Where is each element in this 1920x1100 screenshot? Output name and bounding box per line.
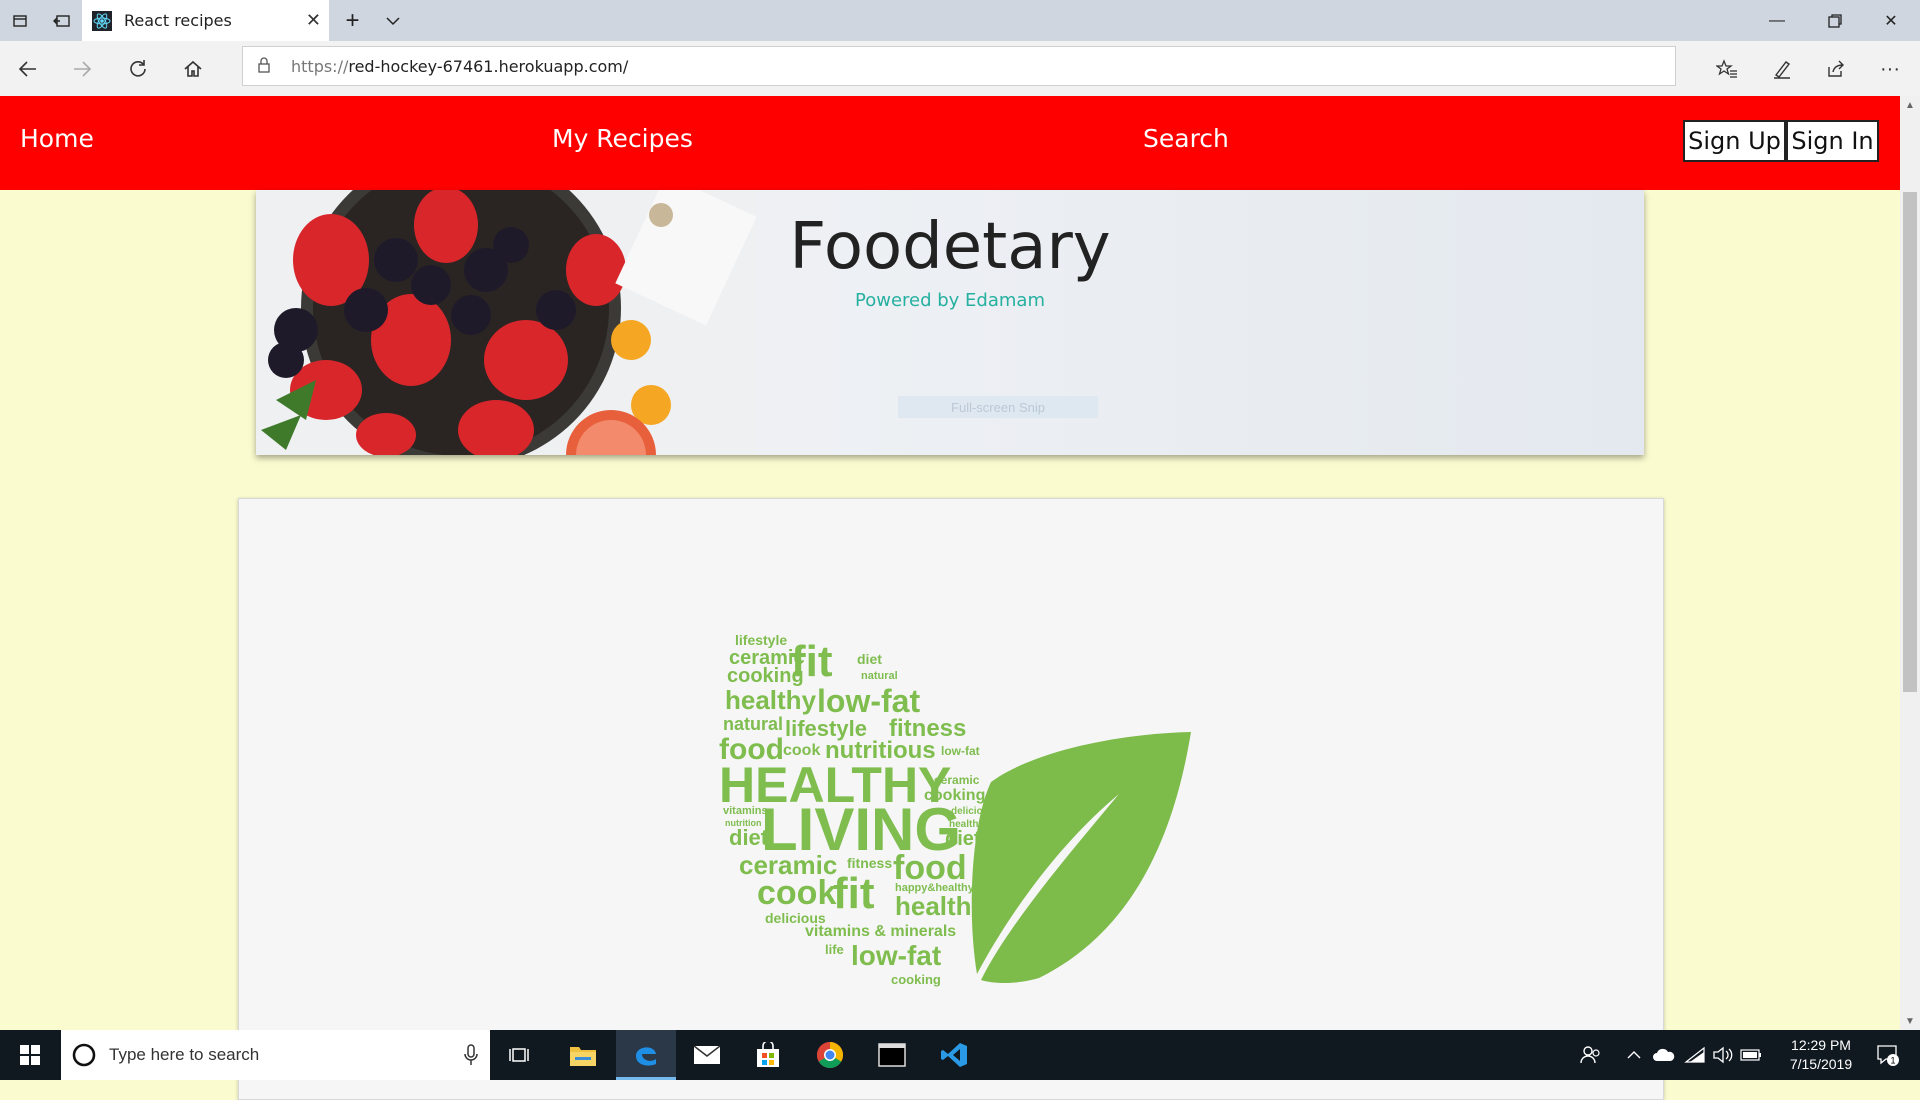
hero-banner: Foodetary Powered by Edamam Full-screen … bbox=[256, 190, 1644, 455]
hero-subtitle[interactable]: Powered by Edamam bbox=[256, 290, 1644, 311]
taskbar-search-box[interactable]: Type here to search bbox=[61, 1030, 490, 1080]
scroll-down-icon[interactable]: ▼ bbox=[1900, 1012, 1920, 1030]
tab-title: React recipes bbox=[124, 11, 232, 30]
refresh-icon[interactable] bbox=[118, 49, 158, 89]
back-icon[interactable] bbox=[8, 49, 48, 89]
chrome-icon[interactable] bbox=[800, 1030, 860, 1080]
forward-icon[interactable] bbox=[62, 49, 102, 89]
windows-taskbar: Type here to search 12:29 PM 7/15/2019 1 bbox=[0, 1030, 1920, 1080]
wordcloud-word: health bbox=[895, 891, 972, 921]
react-favicon-icon bbox=[92, 10, 112, 31]
chevron-up-icon[interactable] bbox=[1622, 1030, 1646, 1080]
battery-icon[interactable] bbox=[1738, 1030, 1764, 1080]
minimize-icon[interactable]: — bbox=[1748, 0, 1806, 41]
active-tab[interactable]: React recipes ✕ bbox=[82, 0, 329, 41]
restore-icon[interactable] bbox=[1806, 0, 1864, 41]
address-toolbar: https://red-hockey-67461.herokuapp.com/ … bbox=[0, 41, 1920, 97]
browser-titlebar: React recipes ✕ + — ✕ bbox=[0, 0, 1920, 41]
scroll-up-icon[interactable]: ▲ bbox=[1900, 96, 1920, 114]
content-card: lifestyle ceramic fit diet cooking natur… bbox=[238, 498, 1664, 1100]
page-scrollbar[interactable]: ▲ ▼ bbox=[1900, 96, 1920, 1030]
store-icon[interactable] bbox=[738, 1030, 798, 1080]
close-icon[interactable]: ✕ bbox=[306, 10, 321, 31]
pen-icon[interactable] bbox=[1762, 49, 1802, 89]
chevron-down-icon[interactable] bbox=[372, 0, 413, 41]
wordcloud-word: natural bbox=[723, 714, 783, 734]
edge-icon[interactable] bbox=[616, 1030, 676, 1080]
wordcloud-word: natural bbox=[861, 670, 898, 682]
wordcloud-word: low-fat bbox=[941, 744, 980, 758]
wordcloud-word: fit bbox=[833, 869, 875, 918]
wordcloud-word: diet bbox=[857, 651, 882, 667]
wordcloud-word: life bbox=[825, 942, 844, 957]
clock-date: 7/15/2019 bbox=[1789, 1056, 1853, 1072]
onedrive-icon[interactable] bbox=[1650, 1030, 1678, 1080]
notification-count: 1 bbox=[1890, 1056, 1895, 1066]
plus-icon[interactable]: + bbox=[332, 0, 373, 41]
clock-time: 12:29 PM bbox=[1791, 1037, 1851, 1053]
terminal-icon[interactable] bbox=[862, 1030, 922, 1080]
wordcloud-word: low-fat bbox=[851, 940, 941, 971]
cortana-icon bbox=[72, 1043, 96, 1067]
url-text: https://red-hockey-67461.herokuapp.com/ bbox=[291, 56, 629, 76]
people-icon[interactable] bbox=[1576, 1030, 1606, 1080]
wordcloud-word: healthy bbox=[725, 685, 817, 715]
wordcloud-word: vitamins & minerals bbox=[805, 923, 956, 940]
vscode-icon[interactable] bbox=[924, 1030, 984, 1080]
wordcloud-word: cooking bbox=[891, 972, 941, 987]
hero-title: Foodetary bbox=[789, 210, 1111, 284]
more-icon[interactable]: ··· bbox=[1870, 49, 1910, 89]
file-explorer-icon[interactable] bbox=[553, 1030, 613, 1080]
mail-icon[interactable] bbox=[677, 1030, 737, 1080]
tab-manager-icon[interactable] bbox=[0, 0, 41, 41]
task-view-icon[interactable] bbox=[490, 1030, 550, 1080]
tab-aside-icon[interactable] bbox=[41, 0, 82, 41]
app-navbar: Home My Recipes Search Sign Up Sign In bbox=[0, 96, 1900, 190]
volume-icon[interactable] bbox=[1710, 1030, 1736, 1080]
share-icon[interactable] bbox=[1816, 49, 1856, 89]
close-window-icon[interactable]: ✕ bbox=[1862, 0, 1920, 41]
wordcloud-word: lifestyle bbox=[735, 632, 787, 648]
wordcloud-word: ceramic bbox=[934, 773, 980, 787]
taskbar-search-placeholder: Type here to search bbox=[109, 1045, 260, 1064]
lock-icon bbox=[257, 56, 277, 76]
nav-my-recipes-link[interactable]: My Recipes bbox=[552, 124, 693, 153]
favorites-icon[interactable] bbox=[1707, 49, 1747, 89]
taskbar-clock[interactable]: 12:29 PM 7/15/2019 bbox=[1766, 1036, 1876, 1074]
leaf-icon bbox=[971, 732, 1191, 984]
wordcloud-word: diet bbox=[729, 825, 769, 850]
windows-start-icon[interactable] bbox=[0, 1030, 60, 1080]
sign-in-button[interactable]: Sign In bbox=[1786, 120, 1879, 162]
microphone-icon[interactable] bbox=[464, 1044, 478, 1066]
wordcloud-word: cook bbox=[757, 874, 836, 912]
home-icon[interactable] bbox=[173, 49, 213, 89]
scroll-thumb[interactable] bbox=[1903, 192, 1917, 692]
wordcloud-word: cooking bbox=[727, 665, 804, 687]
wifi-icon[interactable] bbox=[1682, 1030, 1708, 1080]
notifications-icon[interactable]: 1 bbox=[1868, 1030, 1908, 1080]
wordcloud-word: low-fat bbox=[817, 683, 920, 719]
url-bar[interactable]: https://red-hockey-67461.herokuapp.com/ bbox=[242, 46, 1676, 86]
sign-up-button[interactable]: Sign Up bbox=[1683, 120, 1786, 162]
nav-home-link[interactable]: Home bbox=[20, 124, 94, 153]
healthy-living-wordcloud: lifestyle ceramic fit diet cooking natur… bbox=[719, 632, 1191, 987]
snip-overlay: Full-screen Snip bbox=[898, 396, 1098, 418]
nav-search-link[interactable]: Search bbox=[1143, 124, 1229, 153]
